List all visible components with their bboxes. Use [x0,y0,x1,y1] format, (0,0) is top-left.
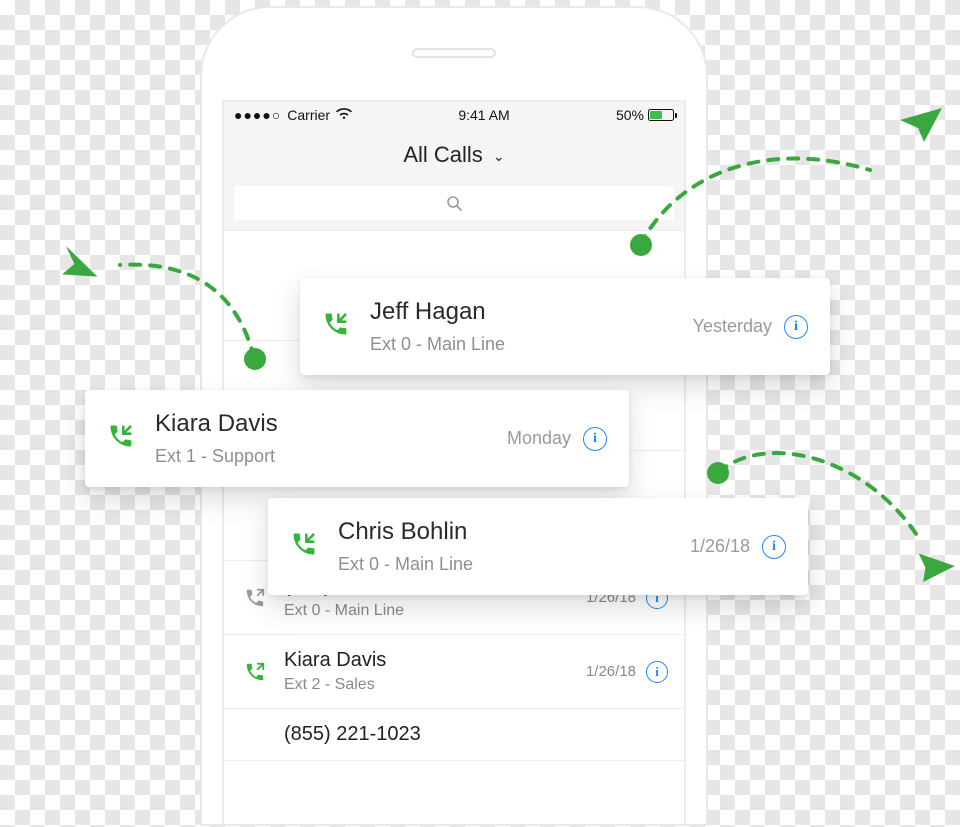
status-left: ●●●●○ Carrier [234,107,352,123]
info-icon[interactable]: i [762,535,786,559]
incoming-call-icon [107,422,135,455]
call-name: (855) 221-1023 [284,723,668,746]
call-row[interactable]: Kiara Davis Ext 2 - Sales 1/26/18 i [224,635,684,709]
card-date: Monday [507,428,571,449]
search-icon [446,195,462,211]
status-right: 50% [616,107,674,123]
status-bar: ●●●●○ Carrier 9:41 AM 50% [224,102,684,128]
call-name: Kiara Davis [284,649,570,672]
card-date: Yesterday [693,316,772,337]
card-name: Jeff Hagan [370,298,673,326]
pin-dot-icon [244,348,266,370]
search-input[interactable] [234,186,674,220]
outgoing-call-icon [242,587,268,609]
pin-dot-icon [630,234,652,256]
call-date: 1/26/18 [586,663,636,680]
call-card-chris[interactable]: Chris Bohlin Ext 0 - Main Line 1/26/18 i [268,498,808,595]
call-card-jeff[interactable]: Jeff Hagan Ext 0 - Main Line Yesterday i [300,278,830,375]
phone-speaker [412,48,496,58]
info-icon[interactable]: i [784,315,808,339]
battery-icon [648,109,674,121]
info-icon[interactable]: i [646,661,668,683]
card-subtitle: Ext 0 - Main Line [338,554,670,575]
call-row[interactable]: (855) 221-1023 [224,709,684,761]
wifi-icon [336,107,352,123]
nav-title-dropdown[interactable]: All Calls ⌄ [224,128,684,186]
call-subtitle: Ext 2 - Sales [284,676,570,694]
chevron-down-icon: ⌄ [493,148,505,164]
incoming-call-icon [322,310,350,343]
card-subtitle: Ext 0 - Main Line [370,334,673,355]
battery-pct-label: 50% [616,107,644,123]
card-name: Chris Bohlin [338,518,670,546]
carrier-label: Carrier [287,107,330,123]
card-subtitle: Ext 1 - Support [155,446,487,467]
signal-dots-icon: ●●●●○ [234,107,281,123]
nav-title-label: All Calls [403,142,482,167]
incoming-call-icon [242,661,268,683]
clock-label: 9:41 AM [352,107,616,123]
card-name: Kiara Davis [155,410,487,438]
call-subtitle: Ext 0 - Main Line [284,602,570,620]
pin-dot-icon [707,462,729,484]
call-card-kiara[interactable]: Kiara Davis Ext 1 - Support Monday i [85,390,629,487]
incoming-call-icon [290,530,318,563]
info-icon[interactable]: i [583,427,607,451]
card-date: 1/26/18 [690,536,750,557]
